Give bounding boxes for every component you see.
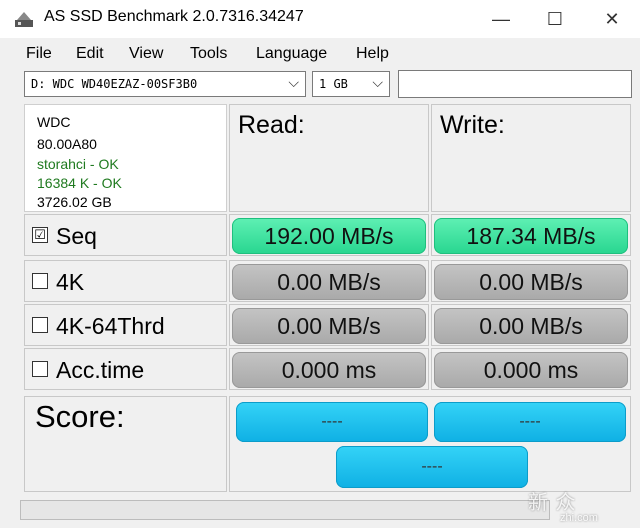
watermark: 新 众 (528, 492, 577, 514)
4k-write-value: 0.00 MB/s (434, 264, 628, 300)
score-read: ---- (236, 402, 428, 442)
menu-file[interactable]: File (26, 45, 52, 63)
4k-checkbox[interactable] (32, 273, 48, 289)
row-label-4k-64thrd: 4K-64Thrd (56, 313, 165, 339)
progress-bar (20, 500, 550, 520)
size-select[interactable]: 1 GB ⌵ (312, 71, 390, 97)
drive-select[interactable]: D: WDC WD40EZAZ-00SF3B0 ⌵ (24, 71, 306, 97)
menu-view[interactable]: View (129, 45, 163, 63)
extra-input[interactable] (398, 70, 632, 98)
menu-language[interactable]: Language (256, 45, 327, 63)
row-label-4k: 4K (56, 269, 85, 295)
score-label: Score: (35, 399, 125, 434)
score-total: ---- (336, 446, 528, 488)
size-select-value: 1 GB (319, 77, 348, 91)
row-label-seq: Seq (56, 223, 97, 249)
seq-write-cell: 187.34 MB/s (431, 214, 631, 256)
row-acc-time: Acc.time (24, 348, 227, 390)
row-4k: 4K (24, 260, 227, 302)
seq-checkbox[interactable]: ☑ (32, 227, 48, 243)
drive-capacity: 3726.02 GB (37, 194, 112, 210)
menu-tools[interactable]: Tools (190, 45, 227, 63)
4k-64thrd-write-cell: 0.00 MB/s (431, 304, 631, 346)
chevron-down-icon: ⌵ (288, 75, 299, 91)
acc-time-read-value: 0.000 ms (232, 352, 426, 388)
row-seq: ☑ Seq (24, 214, 227, 256)
title-bar: AS SSD Benchmark 2.0.7316.34247 — ☐ ✕ (0, 0, 640, 38)
acc-time-write-value: 0.000 ms (434, 352, 628, 388)
window-title: AS SSD Benchmark 2.0.7316.34247 (44, 8, 304, 25)
4k-read-cell: 0.00 MB/s (229, 260, 429, 302)
row-label-acc-time: Acc.time (56, 357, 145, 383)
acc-time-write-cell: 0.000 ms (431, 348, 631, 390)
4k-write-cell: 0.00 MB/s (431, 260, 631, 302)
maximize-button[interactable]: ☐ (533, 4, 577, 34)
drive-info-panel: WDC 80.00A80 storahci - OK 16384 K - OK … (24, 104, 227, 212)
read-header-label: Read: (238, 111, 305, 139)
write-header-label: Write: (440, 111, 505, 139)
4k-64thrd-write-value: 0.00 MB/s (434, 308, 628, 344)
acc-time-checkbox[interactable] (32, 361, 48, 377)
score-area: ---- ---- ---- (229, 396, 631, 492)
4k-64thrd-read-value: 0.00 MB/s (232, 308, 426, 344)
seq-read-cell: 192.00 MB/s (229, 214, 429, 256)
acc-time-read-cell: 0.000 ms (229, 348, 429, 390)
drive-firmware: 80.00A80 (37, 136, 97, 152)
4k-64thrd-checkbox[interactable] (32, 317, 48, 333)
4k-64thrd-read-cell: 0.00 MB/s (229, 304, 429, 346)
read-column-header: Read: (229, 104, 429, 212)
watermark-url: zhi.com (560, 512, 598, 524)
alignment-status: 16384 K - OK (37, 175, 122, 191)
write-column-header: Write: (431, 104, 631, 212)
close-button[interactable]: ✕ (590, 4, 634, 34)
score-write: ---- (434, 402, 626, 442)
row-4k-64thrd: 4K-64Thrd (24, 304, 227, 346)
score-label-cell: Score: (24, 396, 227, 492)
menu-help[interactable]: Help (356, 45, 389, 63)
drive-select-value: D: WDC WD40EZAZ-00SF3B0 (31, 77, 198, 91)
minimize-button[interactable]: — (479, 4, 523, 34)
drive-vendor: WDC (37, 114, 71, 130)
chevron-down-icon: ⌵ (372, 75, 383, 91)
menu-bar: File Edit View Tools Language Help (0, 38, 640, 68)
4k-read-value: 0.00 MB/s (232, 264, 426, 300)
driver-status: storahci - OK (37, 156, 119, 172)
seq-read-value: 192.00 MB/s (232, 218, 426, 254)
menu-edit[interactable]: Edit (76, 45, 104, 63)
app-icon (15, 12, 33, 27)
seq-write-value: 187.34 MB/s (434, 218, 628, 254)
